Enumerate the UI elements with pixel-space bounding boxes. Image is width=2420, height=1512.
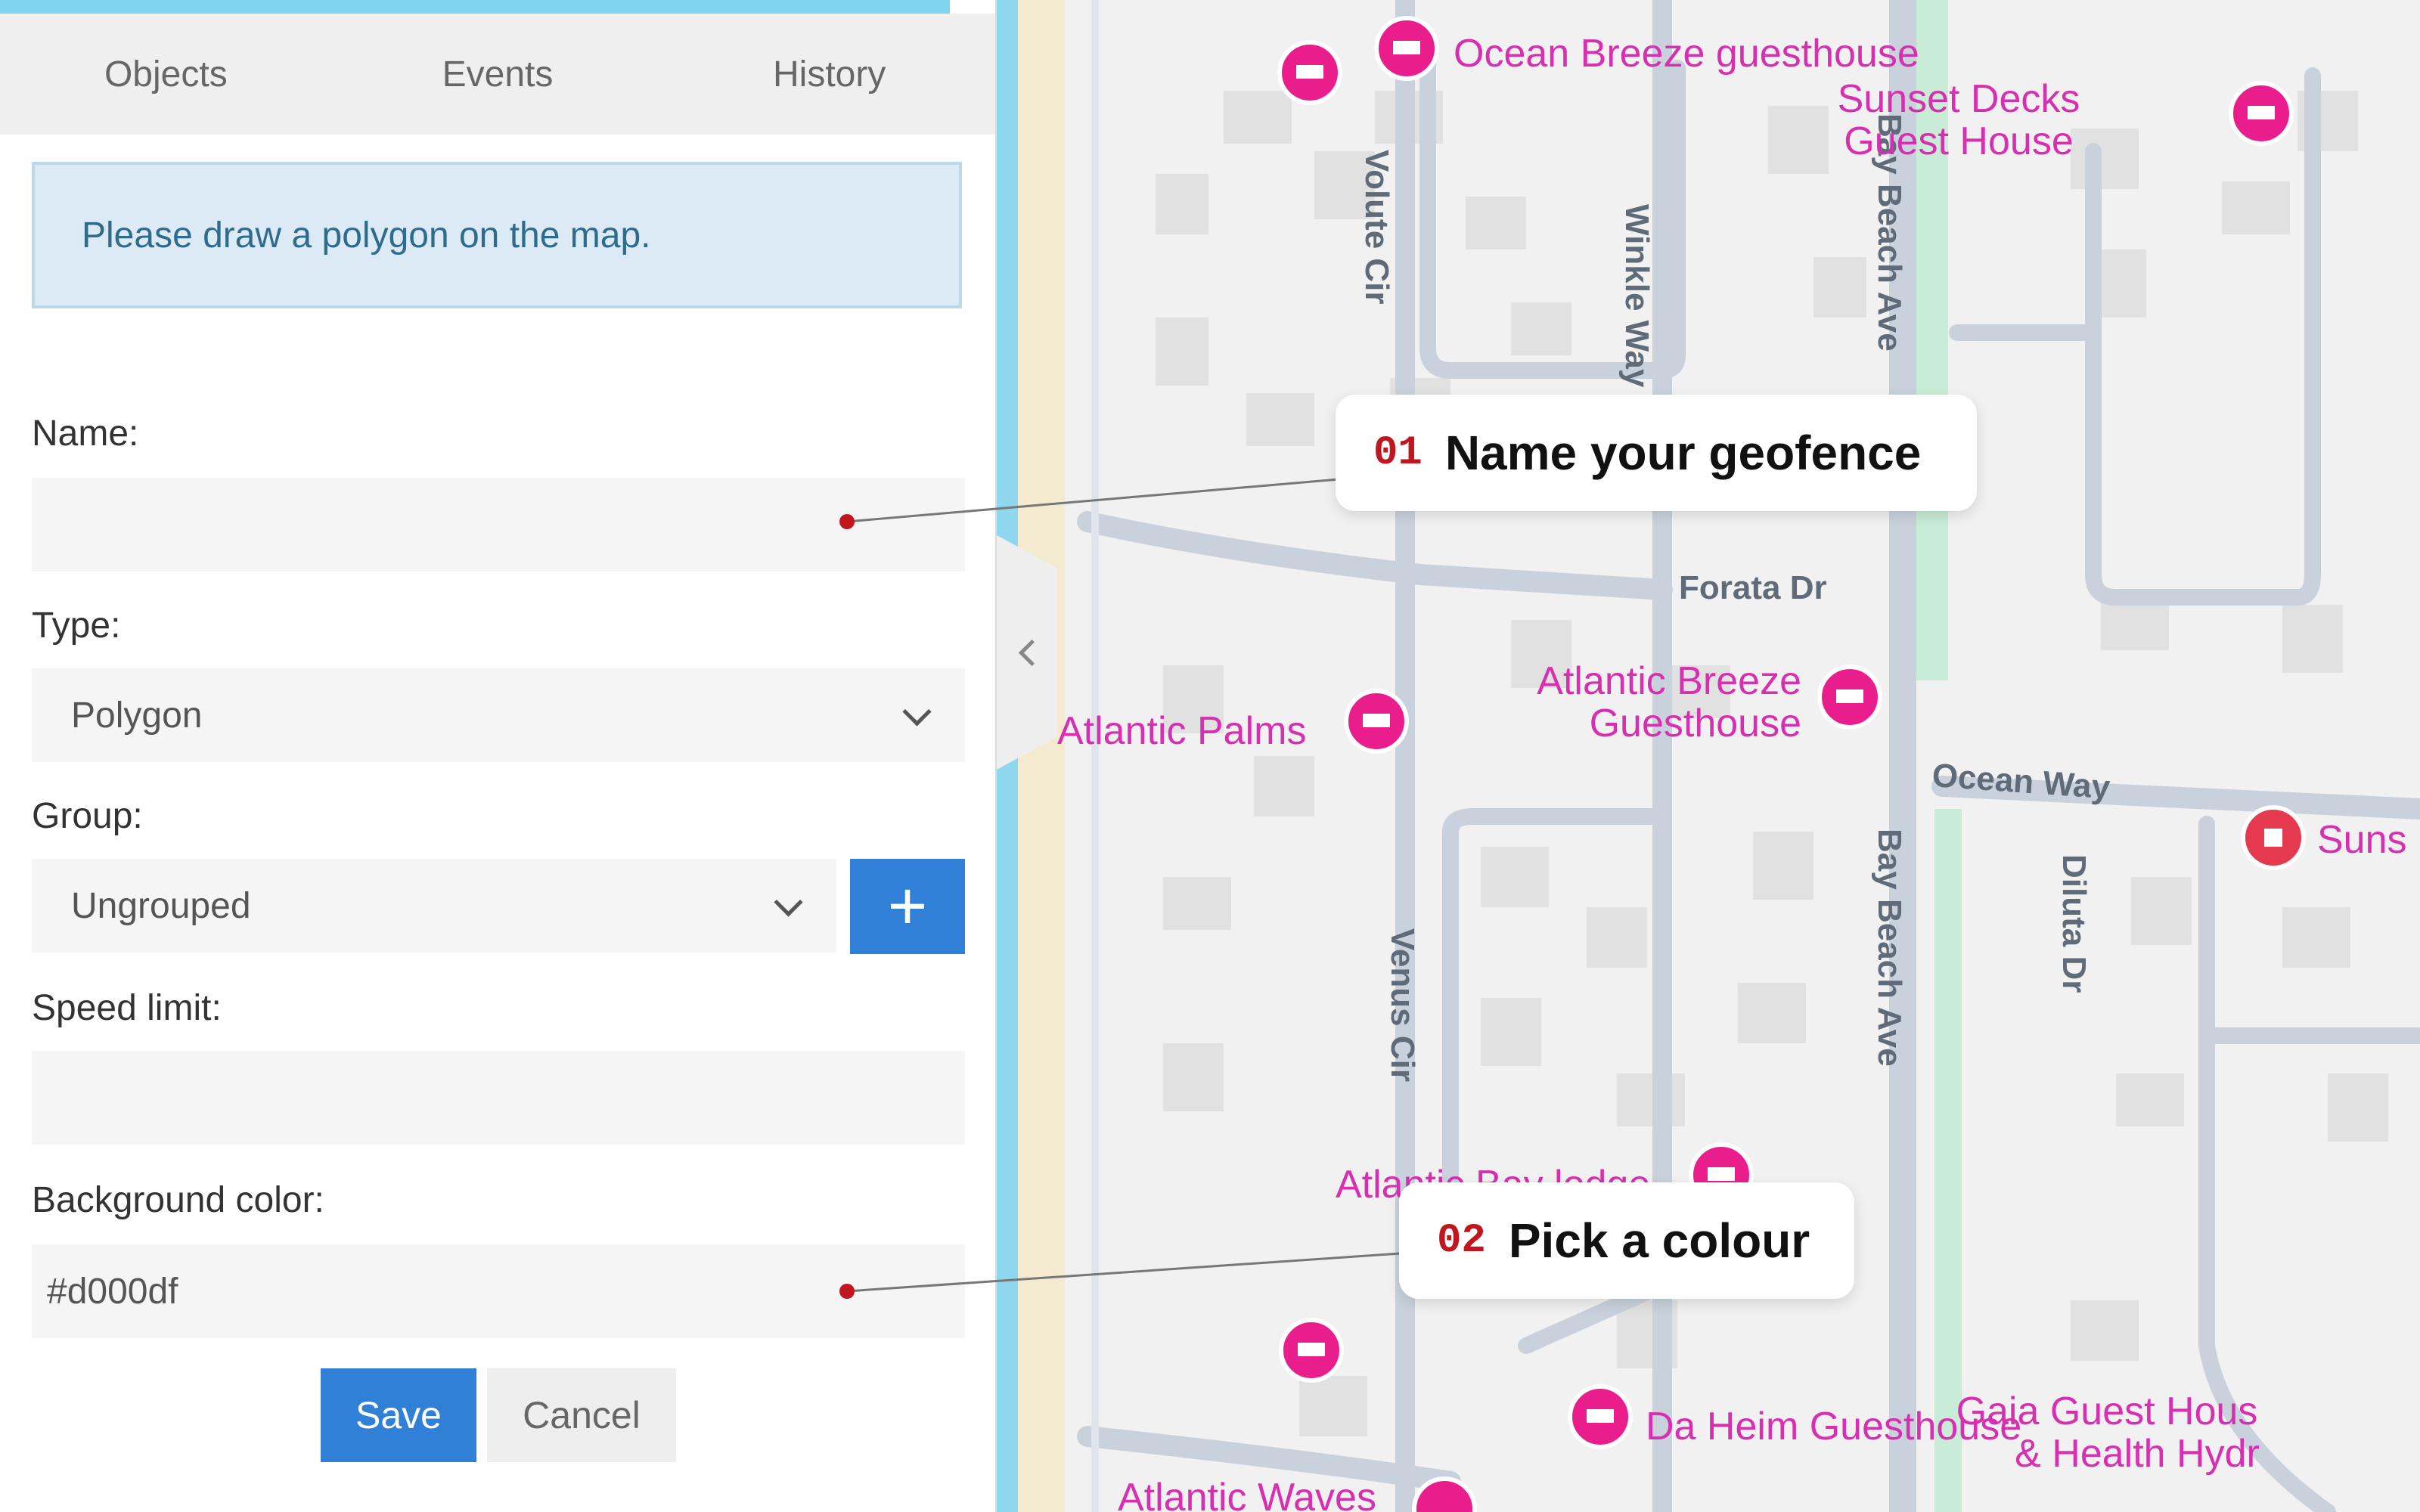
background-color-field[interactable]: #d000df bbox=[32, 1244, 965, 1338]
type-select[interactable]: Polygon bbox=[32, 668, 965, 762]
poi-label-atlantic-breeze-line2[interactable]: Guesthouse bbox=[1590, 702, 1801, 745]
chevron-left-icon bbox=[1018, 639, 1045, 666]
street-label-winkle-way: Winkle Way bbox=[1618, 204, 1655, 388]
loading-bar bbox=[0, 0, 950, 14]
hotel-icon[interactable] bbox=[1344, 689, 1409, 754]
side-panel: Objects Events History Please draw a pol… bbox=[0, 0, 997, 1512]
beach bbox=[1018, 0, 1065, 1512]
callout-pick-colour: 02 Pick a colour bbox=[1399, 1182, 1854, 1299]
hotel-icon[interactable] bbox=[1279, 1318, 1344, 1383]
chevron-down-icon bbox=[902, 697, 932, 727]
speed-limit-label: Speed limit: bbox=[32, 988, 222, 1028]
speed-limit-field[interactable] bbox=[32, 1051, 965, 1145]
name-field[interactable] bbox=[32, 478, 965, 572]
save-button[interactable]: Save bbox=[321, 1368, 476, 1462]
poi-label-sunset-decks[interactable]: Sunset Decks bbox=[1838, 77, 2080, 121]
callout-text: Pick a colour bbox=[1508, 1213, 1810, 1268]
plus-icon: + bbox=[887, 869, 928, 944]
street-label-venus-cir: Venus Cir bbox=[1384, 928, 1421, 1082]
tab-objects[interactable]: Objects bbox=[0, 14, 332, 135]
poi-label-atlantic-palms[interactable]: Atlantic Palms bbox=[1057, 709, 1306, 753]
type-label: Type: bbox=[32, 606, 121, 646]
hotel-icon[interactable] bbox=[2229, 81, 2294, 146]
poi-label-atlantic-breeze[interactable]: Atlantic Breeze bbox=[1537, 659, 1801, 703]
info-alert: Please draw a polygon on the map. bbox=[32, 162, 962, 308]
street-label-ocean-way: Ocean Way bbox=[1931, 757, 2111, 806]
hotel-icon[interactable] bbox=[1277, 40, 1342, 105]
hospital-icon[interactable] bbox=[2241, 805, 2306, 870]
poi-label-gaia[interactable]: Gaia Guest Hous bbox=[1956, 1390, 2258, 1433]
poi-label-suns[interactable]: Suns bbox=[2317, 818, 2407, 862]
group-select[interactable]: Ungrouped bbox=[32, 859, 836, 953]
callout-number: 02 bbox=[1437, 1217, 1486, 1264]
poi-label-gaia-line2[interactable]: & Health Hydr bbox=[2015, 1432, 2260, 1476]
callout-name-geofence: 01 Name your geofence bbox=[1336, 395, 1977, 511]
cancel-button[interactable]: Cancel bbox=[487, 1368, 676, 1462]
hotel-icon[interactable] bbox=[1374, 16, 1439, 81]
tab-events[interactable]: Events bbox=[332, 14, 664, 135]
name-label: Name: bbox=[32, 414, 139, 454]
street-label-volute-cir: Volute Cir bbox=[1358, 150, 1395, 305]
poi-label-sunset-decks-line2[interactable]: Guest House bbox=[1844, 119, 2074, 163]
collapse-panel-button[interactable] bbox=[997, 535, 1057, 770]
hotel-icon[interactable] bbox=[1817, 665, 1882, 730]
poi-label-atlantic-waves[interactable]: Atlantic Waves bbox=[1118, 1476, 1376, 1512]
tab-history[interactable]: History bbox=[663, 14, 995, 135]
group-label: Group: bbox=[32, 796, 143, 836]
callout-number: 01 bbox=[1373, 429, 1423, 476]
poi-label-ocean-breeze[interactable]: Ocean Breeze guesthouse bbox=[1454, 32, 1919, 76]
group-select-value: Ungrouped bbox=[71, 885, 251, 926]
street-label-diluta-dr: Diluta Dr bbox=[2055, 854, 2093, 993]
street-label-forata-dr: Forata Dr bbox=[1679, 569, 1827, 606]
add-group-button[interactable]: + bbox=[850, 859, 965, 954]
panel-tabs: Objects Events History bbox=[0, 14, 995, 135]
type-select-value: Polygon bbox=[71, 695, 203, 736]
background-color-label: Background color: bbox=[32, 1180, 324, 1220]
hotel-icon[interactable] bbox=[1568, 1384, 1633, 1449]
chevron-down-icon bbox=[774, 888, 803, 917]
street-label-bay-beach-ave-south: Bay Beach Ave bbox=[1871, 829, 1908, 1067]
callout-text: Name your geofence bbox=[1444, 426, 1922, 480]
